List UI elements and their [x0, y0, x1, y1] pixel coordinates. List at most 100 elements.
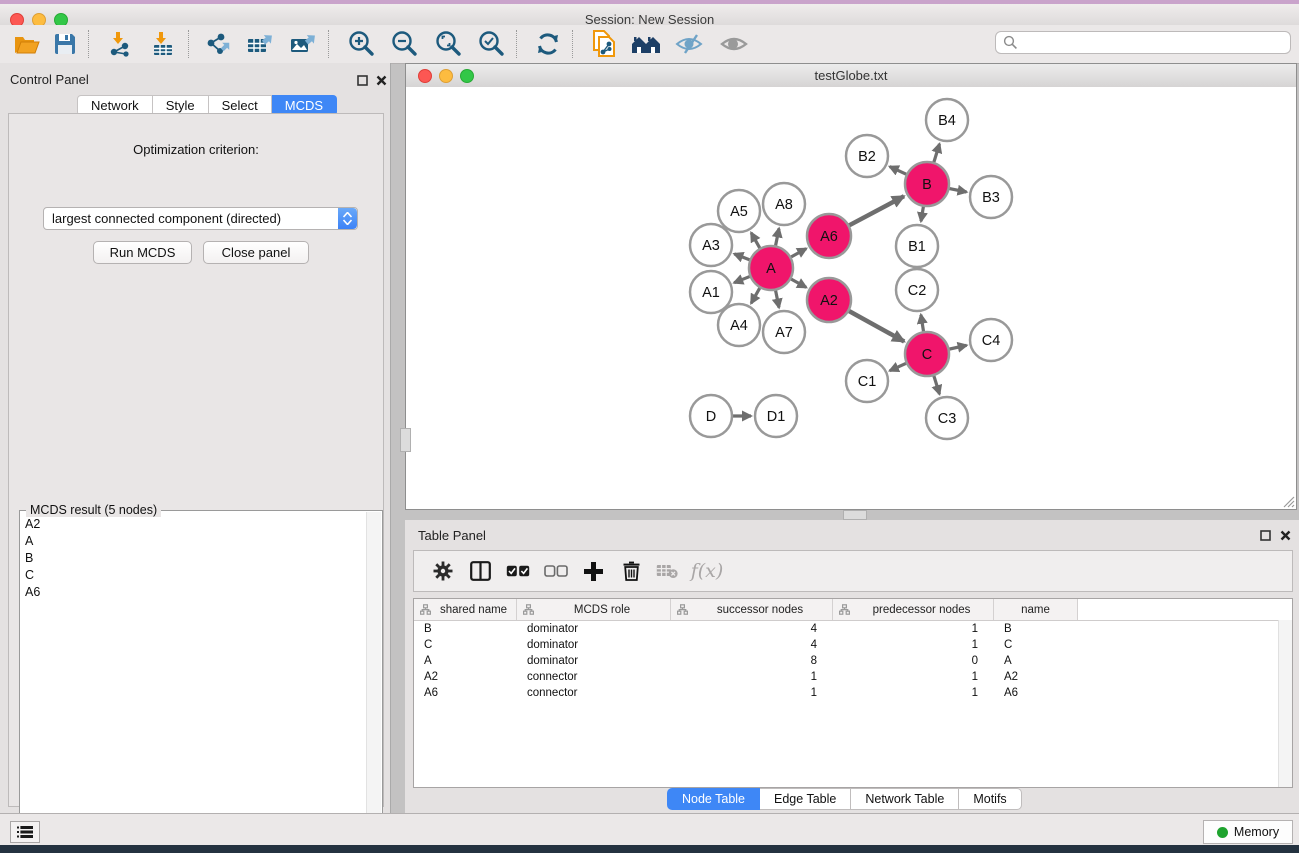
table-row[interactable]: A2connector11A2: [414, 669, 1292, 685]
new-network-from-selection-icon[interactable]: [586, 27, 622, 61]
close-panel-icon[interactable]: [376, 73, 387, 91]
import-table-icon[interactable]: [145, 27, 181, 61]
graph-edge-C-C1[interactable]: [890, 363, 908, 371]
graph-edge-A-A5[interactable]: [751, 233, 761, 250]
float-panel-icon[interactable]: [1260, 528, 1271, 546]
hide-selected-icon[interactable]: [671, 27, 707, 61]
graph-edge-B-B1[interactable]: [921, 205, 924, 222]
graph-edge-A-A7[interactable]: [775, 289, 779, 308]
control-panel-title: Control Panel: [10, 72, 89, 87]
graph-edge-A-A6[interactable]: [789, 249, 806, 258]
zoom-selected-icon[interactable]: [473, 27, 509, 61]
table-row[interactable]: Cdominator41C: [414, 637, 1292, 653]
mcds-result-item[interactable]: A6: [21, 583, 365, 600]
network-window-titlebar[interactable]: testGlobe.txt: [406, 64, 1296, 88]
show-columns-icon[interactable]: [464, 556, 496, 586]
float-panel-icon[interactable]: [357, 73, 368, 91]
table-cell: dominator: [517, 623, 671, 635]
table-row[interactable]: Bdominator41B: [414, 621, 1292, 637]
deselect-all-icon[interactable]: [540, 556, 572, 586]
select-all-icon[interactable]: [502, 556, 534, 586]
graph-node-label: C1: [858, 374, 877, 390]
delete-column-trash-icon[interactable]: [615, 556, 647, 586]
export-image-icon[interactable]: [285, 27, 321, 61]
search-input[interactable]: [995, 31, 1291, 54]
tab-edge-table[interactable]: Edge Table: [760, 788, 851, 810]
divider-grip[interactable]: [843, 510, 867, 520]
zoom-in-icon[interactable]: [343, 27, 379, 61]
graph-node-label: A8: [775, 197, 793, 213]
zoom-fit-icon[interactable]: [430, 27, 466, 61]
refresh-icon[interactable]: [530, 27, 566, 61]
delete-table-icon[interactable]: [651, 556, 683, 586]
graph-edge-A-A2[interactable]: [789, 278, 806, 287]
task-history-button[interactable]: [10, 821, 40, 843]
open-file-icon[interactable]: [9, 27, 45, 61]
mcds-result-item[interactable]: C: [21, 566, 365, 583]
divider-grip[interactable]: [400, 428, 411, 452]
table-cell: connector: [517, 687, 671, 699]
column-header-label: name: [994, 604, 1077, 616]
toolbar-separator: [88, 30, 89, 58]
tab-motifs[interactable]: Motifs: [959, 788, 1021, 810]
control-panel: Control Panel NetworkStyleSelectMCDS Opt…: [0, 63, 391, 813]
close-panel-button[interactable]: Close panel: [203, 241, 309, 264]
criterion-select[interactable]: largest connected component (directed): [43, 207, 358, 230]
export-table-icon[interactable]: [242, 27, 278, 61]
table-row[interactable]: A6connector11A6: [414, 685, 1292, 701]
scrollbar[interactable]: [1278, 620, 1292, 787]
list-icon: [17, 826, 33, 838]
function-builder-button[interactable]: f(x): [686, 556, 728, 586]
column-header-predecessor-nodes[interactable]: predecessor nodes: [833, 599, 994, 620]
mcds-result-item[interactable]: A: [21, 532, 365, 549]
resize-grip-icon[interactable]: [1282, 495, 1295, 508]
graph-edge-B-B2[interactable]: [890, 167, 908, 176]
column-header-name[interactable]: name: [994, 599, 1078, 620]
column-header-MCDS-role[interactable]: MCDS role: [517, 599, 671, 620]
network-canvas[interactable]: B4B2BB3A8A5A6A3B1AC2A1A2A4A7C4CC1C3DD1: [406, 87, 1296, 508]
column-header-successor-nodes[interactable]: successor nodes: [671, 599, 833, 620]
memory-button[interactable]: Memory: [1203, 820, 1293, 844]
application-window: Session: New Session: [0, 0, 1299, 853]
graph-edge-B-B4[interactable]: [933, 144, 939, 164]
graph-edge-C-C3[interactable]: [933, 374, 939, 394]
first-neighbors-icon[interactable]: [628, 27, 664, 61]
graph-node-label: D: [706, 409, 716, 425]
memory-label: Memory: [1234, 825, 1279, 839]
tab-network-table[interactable]: Network Table: [851, 788, 959, 810]
export-network-icon[interactable]: [200, 27, 236, 61]
close-panel-icon[interactable]: [1280, 528, 1291, 546]
graph-edge-C-C4[interactable]: [948, 345, 967, 349]
table-row[interactable]: Adominator80A: [414, 653, 1292, 669]
tab-node-table[interactable]: Node Table: [667, 788, 760, 810]
graph-edge-C-C2[interactable]: [921, 315, 924, 334]
mcds-result-item[interactable]: B: [21, 549, 365, 566]
graph-edge-A2-C[interactable]: [847, 310, 904, 341]
show-all-icon[interactable]: [716, 27, 752, 61]
optimization-criterion-label: Optimization criterion:: [9, 142, 383, 157]
graph-edge-A-A8[interactable]: [775, 229, 779, 248]
graph-edge-A-A1[interactable]: [734, 276, 751, 283]
zoom-out-icon[interactable]: [386, 27, 422, 61]
table-header-row: shared nameMCDS rolesuccessor nodesprede…: [414, 599, 1292, 621]
graph-edge-A-A3[interactable]: [734, 254, 751, 261]
scrollbar[interactable]: [366, 512, 381, 846]
table-settings-gear-icon[interactable]: [427, 556, 459, 586]
graph-node-label: A: [766, 261, 776, 277]
graph-node-label: B: [922, 177, 932, 193]
run-mcds-button[interactable]: Run MCDS: [93, 241, 192, 264]
save-session-icon[interactable]: [47, 27, 83, 61]
table-cell: dominator: [517, 655, 671, 667]
graph-node-label: A2: [820, 293, 838, 309]
import-network-icon[interactable]: [102, 27, 138, 61]
graph-edge-A6-B[interactable]: [848, 196, 904, 226]
graph-node-label: A3: [702, 238, 720, 254]
column-header-shared-name[interactable]: shared name: [414, 599, 517, 620]
mcds-result-item[interactable]: A2: [21, 515, 365, 532]
graph-edge-B-B3[interactable]: [948, 188, 967, 192]
table-cell: 1: [671, 671, 833, 683]
table-cell: 1: [833, 639, 994, 651]
create-column-plus-icon[interactable]: [577, 556, 609, 586]
table-cell: 1: [833, 671, 994, 683]
graph-edge-A-A4[interactable]: [751, 286, 761, 303]
